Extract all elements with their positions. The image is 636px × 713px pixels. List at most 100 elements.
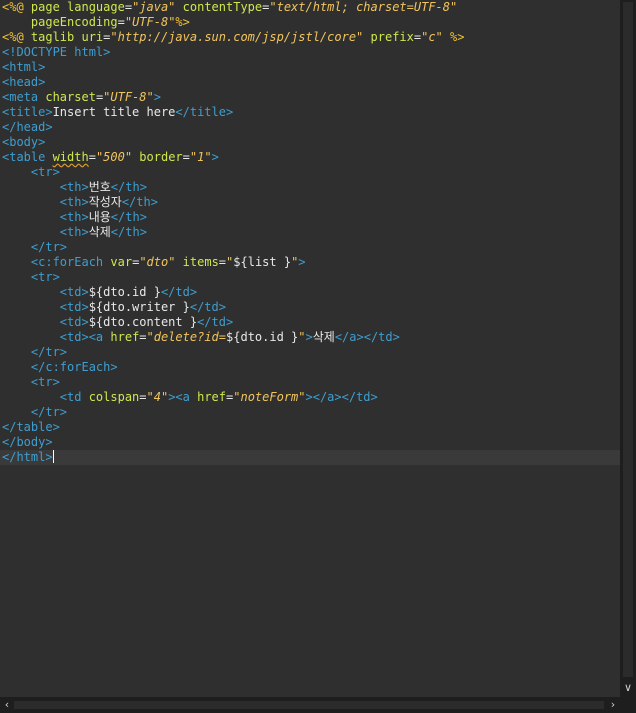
code-token: <td> (59, 300, 89, 314)
code-token: "delete?id= (146, 330, 227, 344)
code-token: contentType (182, 0, 263, 14)
code-line[interactable]: </head> (2, 120, 620, 135)
code-line[interactable]: <meta charset="UTF-8"> (2, 90, 620, 105)
vertical-scrollbar[interactable]: ∨ (620, 0, 636, 697)
code-token: <title> (2, 105, 53, 119)
code-token: </title> (175, 105, 234, 119)
code-line[interactable]: </body> (2, 435, 620, 450)
code-line[interactable]: <c:forEach var="dto" items="${list }"> (2, 255, 620, 270)
code-line[interactable]: <tr> (2, 165, 620, 180)
code-token: var (110, 255, 133, 269)
code-token: = (117, 15, 125, 29)
code-line[interactable]: <th>삭제</th> (2, 225, 620, 240)
chevron-down-icon[interactable]: ∨ (620, 682, 636, 694)
code-token: <td (59, 390, 89, 404)
code-token: </th> (110, 225, 147, 239)
code-line[interactable]: pageEncoding="UTF-8"%> (2, 15, 620, 30)
vertical-scroll-thumb[interactable] (623, 2, 633, 677)
code-token: <tr> (30, 165, 60, 179)
code-token: <c:forEach (30, 255, 111, 269)
code-line[interactable]: <td>${dto.id }</td> (2, 285, 620, 300)
code-line[interactable]: <%@ taglib uri="http://java.sun.com/jsp/… (2, 30, 620, 45)
code-line[interactable]: <tr> (2, 375, 620, 390)
code-token: </th> (110, 180, 147, 194)
code-token: </html> (2, 450, 53, 464)
code-token: <tr> (30, 270, 60, 284)
code-token: > (298, 255, 306, 269)
code-line[interactable]: <body> (2, 135, 620, 150)
code-line[interactable]: <td><a href="delete?id=${dto.id }">삭제</a… (2, 330, 620, 345)
code-editor[interactable]: <%@ page language="java" contentType="te… (0, 0, 620, 697)
code-token: ${dto.id } (88, 285, 161, 299)
code-token: "http://java.sun.com/jsp/jstl/core" (110, 30, 364, 44)
code-token: "UTF-8" (124, 15, 176, 29)
code-token: </c:forEach> (30, 360, 118, 374)
code-token: </tr> (30, 345, 68, 359)
code-token: items (182, 255, 219, 269)
code-token: 번호 (88, 180, 111, 194)
code-token: "UTF-8" (103, 90, 154, 104)
code-line[interactable]: <table width="500" border="1"> (2, 150, 620, 165)
code-line[interactable]: <!DOCTYPE html> (2, 45, 620, 60)
code-line[interactable]: </c:forEach> (2, 360, 620, 375)
chevron-left-icon[interactable]: ‹ (0, 698, 14, 712)
code-line[interactable]: <th>작성자</th> (2, 195, 620, 210)
code-line[interactable]: <th>번호</th> (2, 180, 620, 195)
code-token: </td> (197, 315, 234, 329)
code-token: = (88, 150, 96, 164)
code-token: 내용 (88, 210, 111, 224)
code-line[interactable]: </tr> (2, 345, 620, 360)
code-token: </td> (160, 285, 198, 299)
code-token: ><a (168, 390, 198, 404)
code-token: taglib (30, 30, 82, 44)
code-token: </th> (110, 210, 147, 224)
code-line[interactable]: </tr> (2, 405, 620, 420)
code-token: pageEncoding (30, 15, 118, 29)
code-token: </body> (2, 435, 53, 449)
code-token: %> (175, 15, 190, 29)
code-token: " (298, 330, 306, 344)
code-line[interactable]: <td>${dto.writer }</td> (2, 300, 620, 315)
code-line[interactable]: <title>Insert title here</title> (2, 105, 620, 120)
code-token: = (218, 255, 227, 269)
code-line[interactable]: <tr> (2, 270, 620, 285)
code-token: > (153, 90, 161, 104)
code-line[interactable]: <%@ page language="java" contentType="te… (2, 0, 620, 15)
code-line[interactable]: <th>내용</th> (2, 210, 620, 225)
code-token: <html> (2, 60, 46, 74)
code-token: <tr> (30, 375, 60, 389)
code-token: 삭제 (88, 225, 111, 239)
code-token: border (139, 150, 183, 164)
code-line[interactable]: <td>${dto.content }</td> (2, 315, 620, 330)
code-token: href (197, 390, 227, 404)
code-token: ${dto.content } (88, 315, 198, 329)
code-line[interactable]: </table> (2, 420, 620, 435)
code-token: = (139, 330, 147, 344)
code-line[interactable]: <td colspan="4"><a href="noteForm"></a><… (2, 390, 620, 405)
code-token: href (110, 330, 140, 344)
code-line[interactable]: </tr> (2, 240, 620, 255)
code-token: <td> (59, 285, 89, 299)
code-content[interactable]: <%@ page language="java" contentType="te… (0, 0, 620, 465)
horizontal-scroll-thumb[interactable] (14, 701, 604, 709)
chevron-right-icon[interactable]: › (606, 698, 620, 712)
code-line[interactable]: <html> (2, 60, 620, 75)
code-line[interactable]: </html> (0, 450, 620, 465)
horizontal-scrollbar[interactable]: ‹ › (0, 697, 620, 713)
code-line[interactable]: <head> (2, 75, 620, 90)
code-token: "text/html; charset=UTF-8" (269, 0, 458, 14)
